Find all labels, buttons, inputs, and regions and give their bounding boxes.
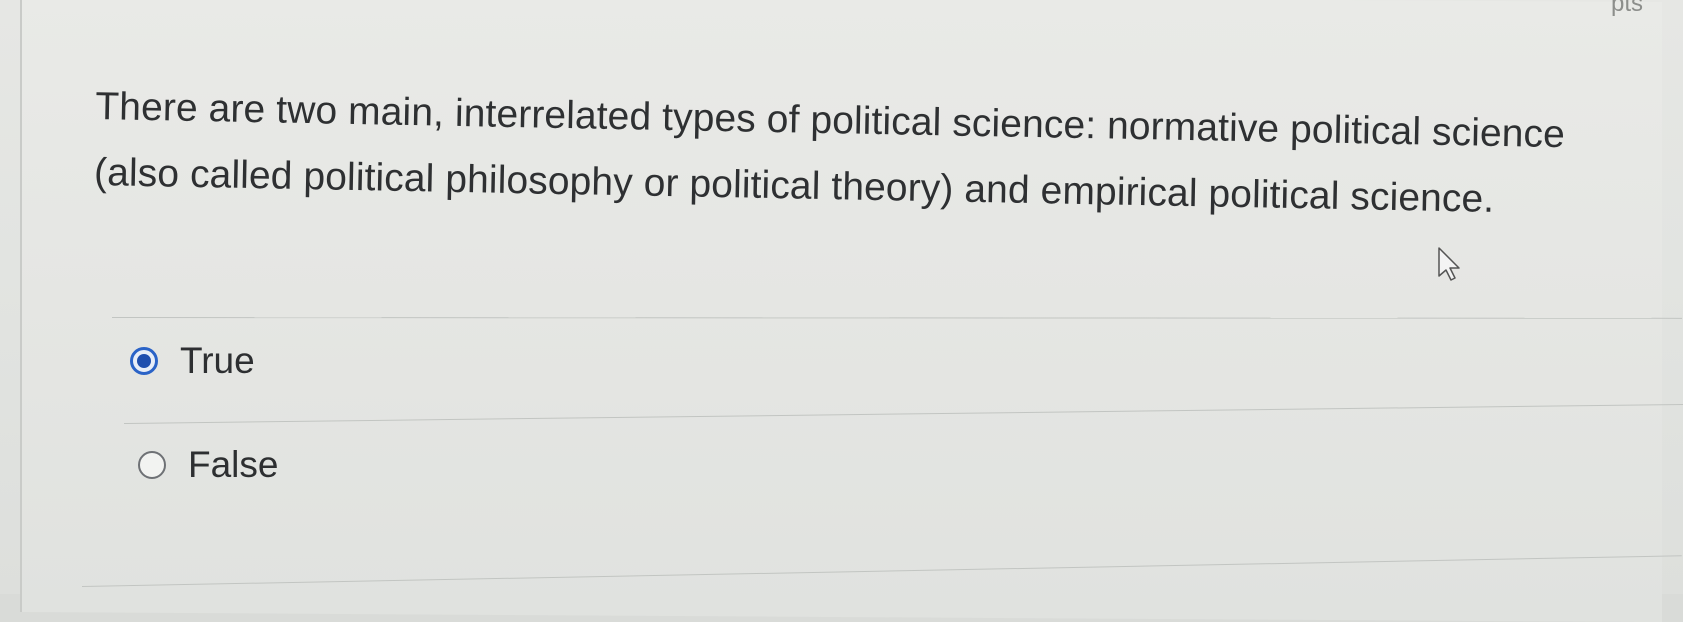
answer-label-true: True bbox=[180, 340, 255, 381]
answer-option-false[interactable]: False bbox=[138, 444, 278, 486]
radio-selected-icon[interactable] bbox=[130, 347, 158, 375]
points-label: pts bbox=[1610, 0, 1643, 17]
screen: pts There are two main, interrelated typ… bbox=[0, 0, 1683, 622]
radio-unselected-icon[interactable] bbox=[138, 451, 166, 479]
mouse-pointer-icon bbox=[1438, 247, 1460, 281]
answer-label-false: False bbox=[188, 444, 279, 485]
answer-option-true[interactable]: True bbox=[130, 340, 255, 382]
